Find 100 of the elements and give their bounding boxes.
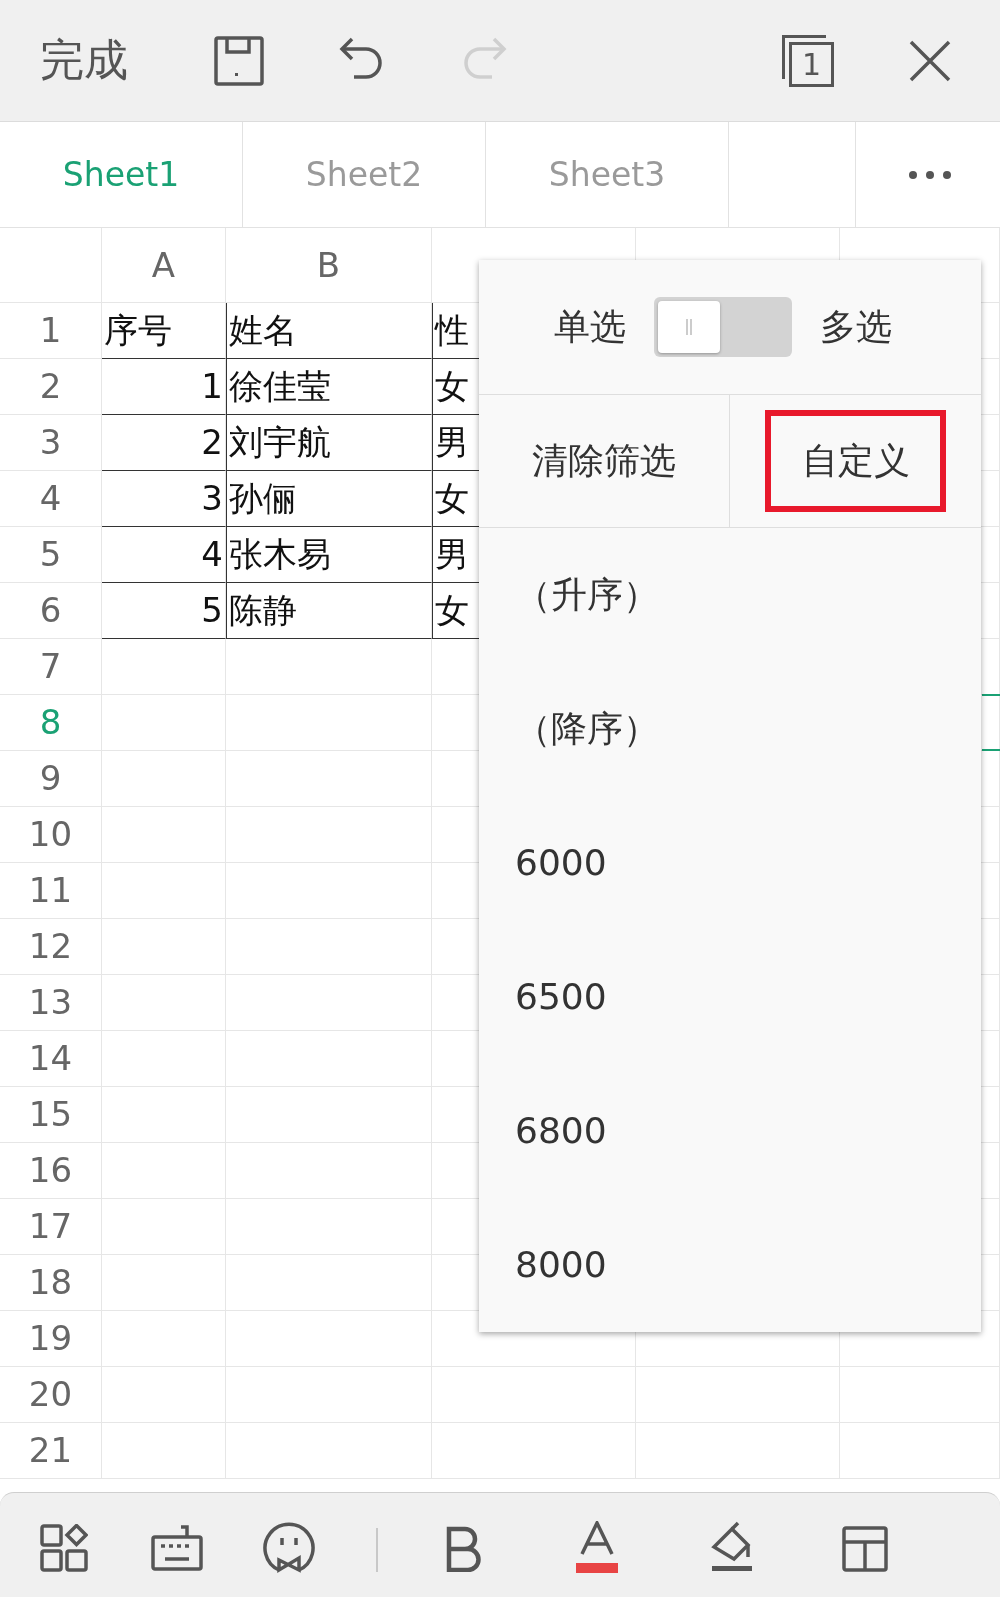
table-cell[interactable] <box>226 1423 432 1479</box>
table-cell[interactable]: 2 <box>102 415 226 471</box>
table-cell[interactable] <box>102 919 226 975</box>
cell-text: 5 <box>201 589 223 632</box>
table-cell[interactable] <box>226 1367 432 1423</box>
table-cell[interactable] <box>226 1199 432 1255</box>
column-header-cell[interactable]: A <box>102 228 226 302</box>
cell-text: 3 <box>201 477 223 520</box>
table-cell[interactable] <box>102 1031 226 1087</box>
row-number: 19 <box>28 1317 73 1360</box>
mode-switch[interactable] <box>654 297 792 357</box>
table-cell[interactable]: 陈静 <box>226 583 432 639</box>
custom-filter-button[interactable]: 自定义 <box>765 410 946 512</box>
table-cell[interactable] <box>432 1367 636 1423</box>
table-cell[interactable] <box>226 1087 432 1143</box>
table-cell[interactable] <box>226 919 432 975</box>
done-button[interactable]: 完成 <box>40 32 128 88</box>
table-cell[interactable] <box>840 1367 1000 1423</box>
row-number: 18 <box>28 1261 73 1304</box>
table-cell[interactable] <box>226 695 432 751</box>
table-cell[interactable]: 5 <box>102 583 226 639</box>
table-cell[interactable]: 张木易 <box>226 527 432 583</box>
table-cell[interactable] <box>102 1143 226 1199</box>
row-number: 21 <box>28 1429 73 1472</box>
table-cell[interactable] <box>102 695 226 751</box>
apps-icon[interactable] <box>40 1524 88 1572</box>
close-icon[interactable] <box>908 39 952 83</box>
row-number: 8 <box>39 701 62 744</box>
filter-option[interactable]: （升序） <box>515 568 659 622</box>
row-number: 1 <box>39 309 62 352</box>
cell-text: 张木易 <box>229 533 331 576</box>
row-number: 20 <box>28 1373 73 1416</box>
filter-option[interactable]: 6500 <box>515 970 607 1024</box>
font-color-icon[interactable] <box>576 1521 618 1573</box>
table-cell[interactable] <box>226 863 432 919</box>
cell-text: 1 <box>201 365 223 408</box>
table-cell[interactable] <box>102 1255 226 1311</box>
row-number: 7 <box>39 645 62 688</box>
table-cell[interactable] <box>226 807 432 863</box>
table-cell[interactable] <box>102 1311 226 1367</box>
filter-option[interactable]: 6000 <box>515 836 607 890</box>
table-cell[interactable] <box>102 1199 226 1255</box>
cell-text: 徐佳莹 <box>229 365 331 408</box>
table-cell[interactable]: 姓名 <box>226 303 432 359</box>
table-cell[interactable] <box>226 1031 432 1087</box>
table-cell[interactable] <box>226 1143 432 1199</box>
cell-text: 女 <box>435 365 469 408</box>
cell-text: 女 <box>435 589 469 632</box>
table-cell[interactable] <box>102 639 226 695</box>
row-number: 2 <box>39 365 62 408</box>
table-cell[interactable] <box>102 1087 226 1143</box>
row-number: 13 <box>28 981 73 1024</box>
cell-text: 2 <box>201 421 223 464</box>
more-icon[interactable] <box>908 169 952 180</box>
table-cell[interactable]: 徐佳莹 <box>226 359 432 415</box>
table-cell[interactable] <box>636 1367 840 1423</box>
cell-text: 男 <box>435 533 469 576</box>
column-header-cell[interactable]: B <box>226 228 432 302</box>
table-cell[interactable]: 序号 <box>102 303 226 359</box>
table-cell[interactable]: 刘宇航 <box>226 415 432 471</box>
bold-icon[interactable] <box>446 1526 482 1572</box>
row-number: 12 <box>28 925 73 968</box>
row-number: 9 <box>39 757 62 800</box>
table-cell[interactable] <box>226 1311 432 1367</box>
table-cell[interactable] <box>102 1367 226 1423</box>
row-number: 10 <box>28 813 73 856</box>
table-cell[interactable] <box>102 975 226 1031</box>
row-number: 14 <box>28 1037 73 1080</box>
filter-option[interactable]: （降序） <box>515 702 659 756</box>
table-cell[interactable] <box>102 807 226 863</box>
table-cell[interactable]: 3 <box>102 471 226 527</box>
row-number: 15 <box>28 1093 73 1136</box>
filter-option[interactable]: 8000 <box>515 1238 607 1292</box>
column-letter: A <box>151 243 176 287</box>
save-icon[interactable] <box>213 35 265 87</box>
table-cell[interactable] <box>226 1255 432 1311</box>
table-icon[interactable] <box>842 1526 888 1572</box>
table-cell[interactable] <box>226 975 432 1031</box>
cell-text: 孙俪 <box>229 477 297 520</box>
table-cell[interactable] <box>226 639 432 695</box>
table-cell[interactable] <box>636 1423 840 1479</box>
row-number: 17 <box>28 1205 73 1248</box>
cell-text: 姓名 <box>229 309 297 352</box>
table-cell[interactable] <box>432 1423 636 1479</box>
table-cell[interactable]: 4 <box>102 527 226 583</box>
filter-option[interactable]: 6800 <box>515 1104 607 1158</box>
table-cell[interactable] <box>102 863 226 919</box>
table-cell[interactable]: 1 <box>102 359 226 415</box>
table-cell[interactable] <box>102 751 226 807</box>
clear-filter-button[interactable]: 清除筛选 <box>479 395 730 527</box>
face-icon[interactable] <box>263 1522 315 1574</box>
table-cell[interactable] <box>226 751 432 807</box>
table-cell[interactable] <box>840 1423 1000 1479</box>
column-letter: B <box>316 243 341 287</box>
cell-text: 性 <box>435 309 469 352</box>
row-number: 16 <box>28 1149 73 1192</box>
fill-color-icon[interactable] <box>710 1521 754 1573</box>
keyboard-icon[interactable] <box>151 1523 203 1571</box>
table-cell[interactable] <box>102 1423 226 1479</box>
table-cell[interactable]: 孙俪 <box>226 471 432 527</box>
